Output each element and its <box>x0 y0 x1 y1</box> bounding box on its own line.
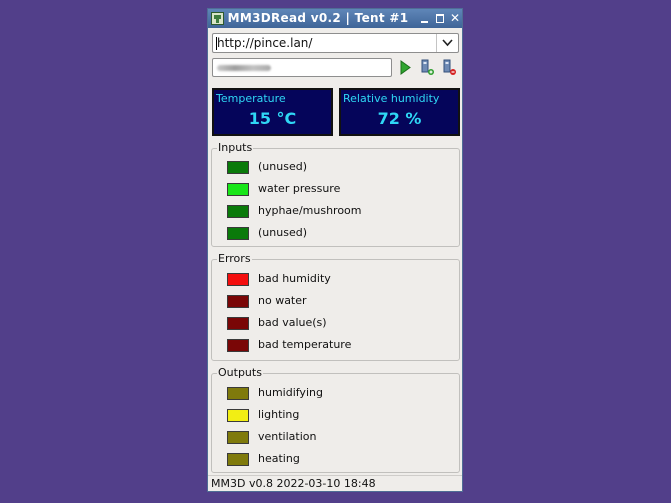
close-button[interactable]: ✕ <box>449 11 461 25</box>
errors-group-title: Errors <box>217 252 252 265</box>
play-icon <box>400 60 411 75</box>
humidity-panel: Relative humidity 72 % <box>339 88 460 136</box>
add-device-icon <box>421 59 434 75</box>
indicator-label: bad value(s) <box>258 316 327 329</box>
obscured-text <box>217 65 271 71</box>
indicator-label: water pressure <box>258 182 341 195</box>
status-led <box>227 273 249 286</box>
outputs-group-title: Outputs <box>217 366 263 379</box>
status-bar: MM3D v0.8 2022-03-10 18:48 <box>208 475 462 492</box>
status-led <box>227 227 249 240</box>
status-led <box>227 339 249 352</box>
remove-device-icon <box>443 59 456 75</box>
app-window: MM3DRead v0.2 | Tent #1 ✕ http://pince.l… <box>207 8 463 492</box>
status-led <box>227 317 249 330</box>
indicator-label: lighting <box>258 408 300 421</box>
status-text: MM3D v0.8 2022-03-10 18:48 <box>211 477 376 490</box>
status-led <box>227 409 249 422</box>
minimize-button[interactable] <box>419 11 431 25</box>
indicator-label: bad temperature <box>258 338 352 351</box>
status-led <box>227 205 249 218</box>
errors-group: Errors bad humidity no water bad value(s… <box>211 252 460 361</box>
indicator-label: (unused) <box>258 226 307 239</box>
maximize-button[interactable] <box>434 11 446 25</box>
indicator-label: heating <box>258 452 300 465</box>
title-bar[interactable]: MM3DRead v0.2 | Tent #1 ✕ <box>208 9 462 28</box>
inputs-group: Inputs (unused) water pressure hyphae/mu… <box>211 141 460 247</box>
humidity-value: 72 % <box>377 109 422 128</box>
indicator-label: bad humidity <box>258 272 331 285</box>
url-combobox[interactable]: http://pince.lan/ <box>212 33 459 53</box>
indicator-label: humidifying <box>258 386 323 399</box>
outputs-group: Outputs humidifying lighting ventilation… <box>211 366 460 473</box>
chevron-down-icon <box>442 39 453 47</box>
humidity-label: Relative humidity <box>343 92 440 105</box>
temperature-value: 15 °C <box>248 109 297 128</box>
url-dropdown-button[interactable] <box>436 34 458 52</box>
password-input[interactable] <box>212 58 392 77</box>
connect-button[interactable] <box>396 58 414 77</box>
status-led <box>227 387 249 400</box>
indicator-label: no water <box>258 294 307 307</box>
status-led <box>227 161 249 174</box>
status-led <box>227 431 249 444</box>
inputs-group-title: Inputs <box>217 141 254 154</box>
url-input[interactable]: http://pince.lan/ <box>217 36 312 50</box>
indicator-label: (unused) <box>258 160 307 173</box>
temperature-label: Temperature <box>216 92 286 105</box>
status-led <box>227 453 249 466</box>
temperature-panel: Temperature 15 °C <box>212 88 333 136</box>
window-title: MM3DRead v0.2 | Tent #1 <box>227 11 409 25</box>
status-led <box>227 183 249 196</box>
status-led <box>227 295 249 308</box>
indicator-label: hyphae/mushroom <box>258 204 362 217</box>
indicator-label: ventilation <box>258 430 317 443</box>
remove-device-button[interactable] <box>440 58 458 77</box>
add-device-button[interactable] <box>418 58 436 77</box>
